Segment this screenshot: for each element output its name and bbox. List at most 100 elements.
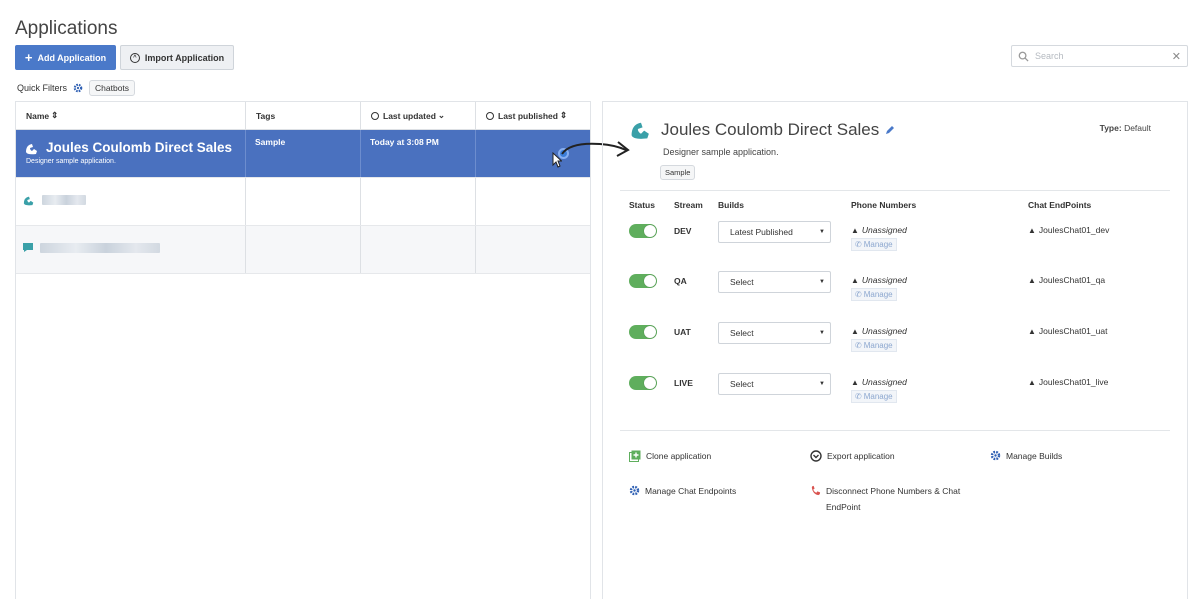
status-toggle[interactable]	[629, 376, 657, 390]
app-last-updated: Today at 3:08 PM	[370, 137, 439, 147]
build-select-value: Latest Published	[730, 227, 793, 237]
type-label: Type:	[1099, 123, 1122, 133]
detail-description: Designer sample application.	[663, 147, 779, 157]
status-toggle[interactable]	[629, 224, 657, 238]
disconnect-action[interactable]: Disconnect Phone Numbers & Chat EndPoint	[810, 483, 970, 515]
row-published-cell	[476, 226, 590, 273]
build-select[interactable]: Latest Published ▼	[718, 221, 831, 243]
search-box: ✕	[1011, 45, 1188, 67]
manage-phone-button[interactable]: ✆ Manage	[851, 238, 897, 251]
clone-application-action[interactable]: Clone application	[629, 448, 711, 464]
build-select[interactable]: Select ▼	[718, 322, 831, 344]
divider	[620, 190, 1170, 191]
app-last-published	[476, 130, 590, 137]
manage-phone-button[interactable]: ✆ Manage	[851, 288, 897, 301]
endpoint-text: JoulesChat01_uat	[1038, 326, 1108, 336]
warning-icon: ▲	[851, 275, 859, 285]
detail-title: Joules Coulomb Direct Sales	[661, 120, 895, 140]
manage-label: Manage	[863, 341, 893, 350]
import-application-button[interactable]: ^ Import Application	[120, 45, 234, 70]
status-toggle[interactable]	[629, 274, 657, 288]
column-header-tags[interactable]: Tags	[246, 102, 361, 129]
build-select[interactable]: Select ▼	[718, 271, 831, 293]
warning-icon: ▲	[851, 225, 859, 235]
status-toggle[interactable]	[629, 325, 657, 339]
sort-desc-icon: ⌄	[437, 110, 446, 120]
detail-title-text: Joules Coulomb Direct Sales	[661, 120, 880, 139]
phone-icon: ✆	[855, 240, 862, 249]
manage-phone-button[interactable]: ✆ Manage	[851, 339, 897, 352]
export-application-label: Export application	[827, 451, 895, 461]
search-icon	[1018, 51, 1029, 62]
table-row[interactable]	[16, 226, 590, 274]
phone-status-text: Unassigned	[861, 377, 907, 387]
clone-application-label: Clone application	[646, 451, 712, 461]
stream-row-uat: UAT Select ▼ ▲ Unassigned ✆ Manage ▲ JoulesC…	[603, 322, 1187, 365]
manage-phone-button[interactable]: ✆ Manage	[851, 390, 897, 403]
phone-status-text: Unassigned	[861, 275, 907, 285]
manage-label: Manage	[863, 290, 893, 299]
build-select[interactable]: Select ▼	[718, 373, 831, 395]
list-header: Name ⇕ Tags Last updated ⌄ Last published ⇕	[16, 102, 590, 130]
column-header-last-published[interactable]: Last published ⇕	[476, 102, 590, 129]
clone-icon	[629, 450, 641, 462]
chat-endpoint: ▲ JoulesChat01_qa	[1028, 275, 1105, 285]
caret-down-icon: ▼	[819, 330, 825, 336]
table-row[interactable]: Joules Coulomb Direct Sales Designer sam…	[16, 130, 590, 178]
clock-icon	[486, 111, 494, 120]
warning-icon: ▲	[1028, 275, 1036, 285]
detail-tag: Sample	[660, 165, 696, 180]
clear-search-icon[interactable]: ✕	[1172, 50, 1181, 63]
row-updated-cell: Today at 3:08 PM	[361, 130, 476, 177]
column-header-name[interactable]: Name ⇕	[16, 102, 246, 129]
pencil-icon[interactable]	[885, 125, 895, 135]
page-title: Applications	[15, 18, 118, 39]
header-phone-numbers: Phone Numbers	[851, 200, 917, 210]
search-input[interactable]	[1035, 51, 1172, 61]
column-header-last-updated[interactable]: Last updated ⌄	[361, 102, 476, 129]
phone-app-icon	[631, 122, 649, 139]
row-published-cell	[476, 178, 590, 225]
app-name: Joules Coulomb Direct Sales	[46, 140, 233, 155]
gear-icon	[629, 485, 640, 496]
stream-name: UAT	[674, 327, 691, 337]
disconnect-label: Disconnect Phone Numbers & Chat EndPoint	[826, 486, 961, 512]
row-tags-cell: Sample	[246, 130, 361, 177]
redacted-app-name	[40, 242, 160, 253]
add-application-label: Add Application	[37, 52, 107, 63]
build-select-value: Select	[730, 277, 754, 287]
manage-builds-action[interactable]: Manage Builds	[990, 448, 1062, 464]
table-row[interactable]	[16, 178, 590, 226]
build-select-value: Select	[730, 379, 754, 389]
phone-status: ▲ Unassigned	[851, 225, 907, 235]
chat-endpoint: ▲ JoulesChat01_dev	[1028, 225, 1109, 235]
application-details-panel: Joules Coulomb Direct Sales Type: Defaul…	[602, 101, 1188, 599]
row-tags-cell	[246, 178, 361, 225]
column-last-updated-label: Last updated	[383, 110, 436, 121]
chat-endpoint: ▲ JoulesChat01_uat	[1028, 326, 1107, 336]
quick-filters: Quick Filters Chatbots	[17, 80, 136, 96]
add-application-button[interactable]: + Add Application	[15, 45, 116, 70]
build-select-value: Select	[730, 328, 754, 338]
phone-icon: ✆	[855, 341, 862, 350]
phone-app-icon	[26, 143, 37, 154]
column-tags-label: Tags	[256, 110, 276, 121]
manage-chat-endpoints-action[interactable]: Manage Chat Endpoints	[629, 483, 736, 499]
column-name-label: Name	[26, 110, 50, 121]
warning-icon: ▲	[851, 377, 859, 387]
export-application-action[interactable]: Export application	[810, 448, 895, 464]
gear-icon[interactable]	[73, 83, 83, 93]
row-name-cell	[16, 178, 246, 225]
disconnect-phone-icon	[811, 485, 821, 496]
endpoint-text: JoulesChat01_dev	[1038, 225, 1110, 235]
phone-status: ▲ Unassigned	[851, 275, 907, 285]
phone-status-text: Unassigned	[861, 326, 907, 336]
header-status: Status	[629, 200, 655, 210]
caret-down-icon: ▼	[819, 229, 825, 235]
warning-icon: ▲	[1028, 225, 1036, 235]
filter-chip-chatbots[interactable]: Chatbots	[89, 80, 136, 96]
stream-name: LIVE	[674, 378, 693, 388]
type-value: Default	[1124, 123, 1151, 133]
stream-name: DEV	[674, 226, 692, 236]
phone-status: ▲ Unassigned	[851, 326, 907, 336]
